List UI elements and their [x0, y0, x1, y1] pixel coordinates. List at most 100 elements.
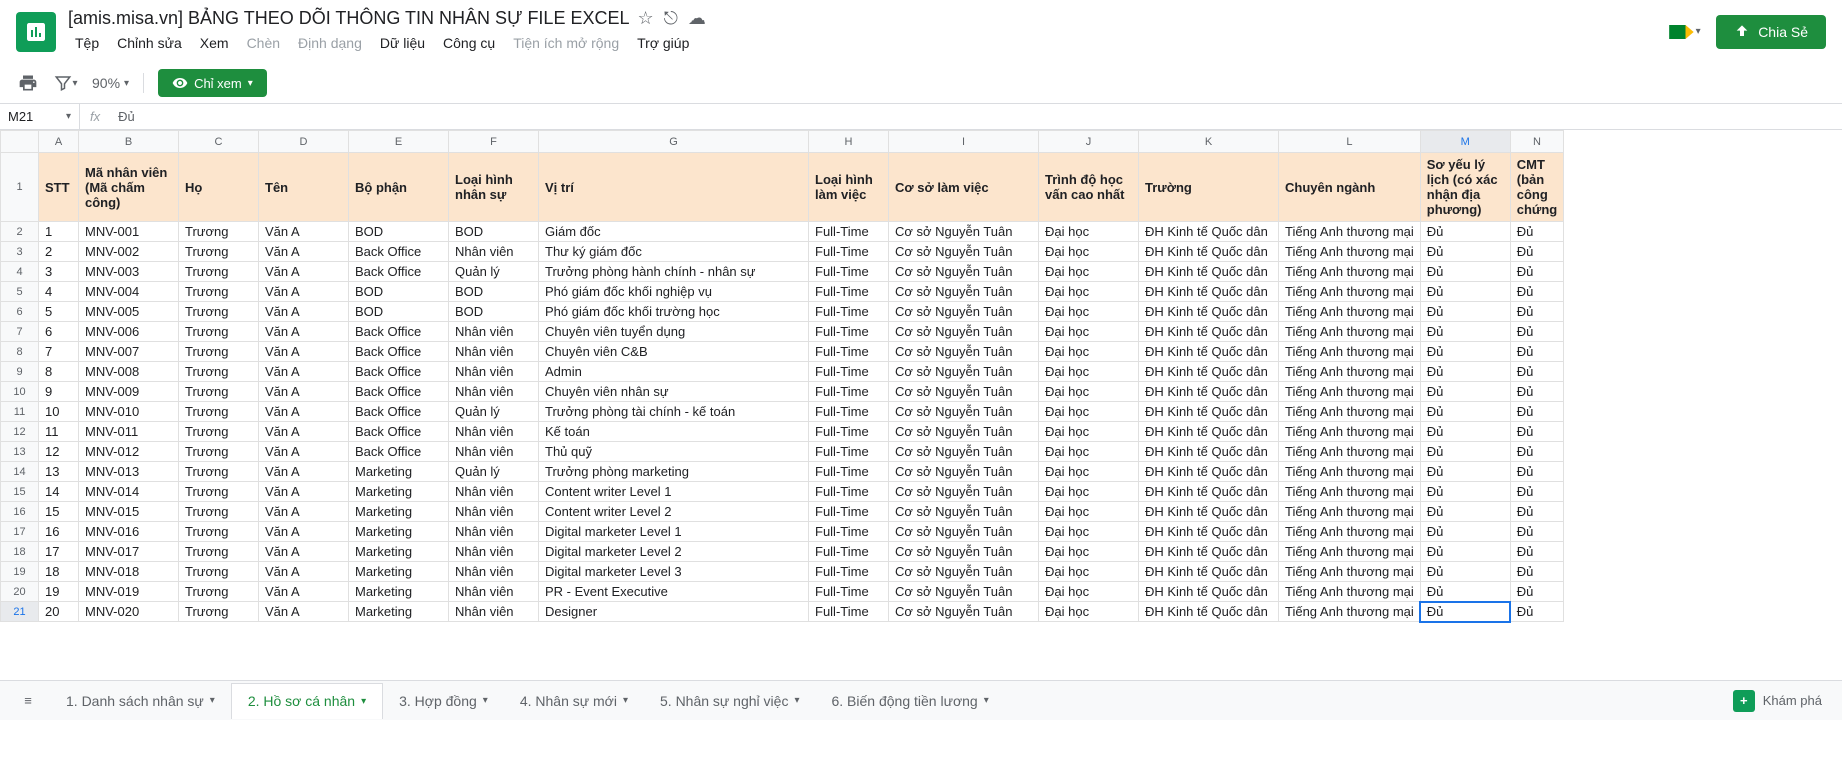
cell-I20[interactable]: Cơ sở Nguyễn Tuân	[889, 582, 1039, 602]
cell-C2[interactable]: Trương	[179, 222, 259, 242]
cell-D2[interactable]: Văn A	[259, 222, 349, 242]
cell-A17[interactable]: 16	[39, 522, 79, 542]
cell-L9[interactable]: Tiếng Anh thương mại	[1279, 362, 1421, 382]
cell-H5[interactable]: Full-Time	[809, 282, 889, 302]
cell-I11[interactable]: Cơ sở Nguyễn Tuân	[889, 402, 1039, 422]
cell-G17[interactable]: Digital marketer Level 1	[539, 522, 809, 542]
row-header-6[interactable]: 6	[1, 302, 39, 322]
cell-A5[interactable]: 4	[39, 282, 79, 302]
cell-D6[interactable]: Văn A	[259, 302, 349, 322]
header-cell[interactable]: CMT (bản công chứng	[1510, 153, 1563, 222]
cell-L3[interactable]: Tiếng Anh thương mại	[1279, 242, 1421, 262]
cell-K13[interactable]: ĐH Kinh tế Quốc dân	[1139, 442, 1279, 462]
cell-F21[interactable]: Nhân viên	[449, 602, 539, 622]
cell-G12[interactable]: Kế toán	[539, 422, 809, 442]
zoom-dropdown[interactable]: 90% ▾	[92, 75, 129, 91]
sheet-tab-1[interactable]: 2. Hồ sơ cá nhân▾	[231, 683, 383, 719]
col-header-J[interactable]: J	[1039, 131, 1139, 153]
sheet-tab-2[interactable]: 3. Hợp đồng▾	[383, 683, 504, 719]
cell-H8[interactable]: Full-Time	[809, 342, 889, 362]
cell-A3[interactable]: 2	[39, 242, 79, 262]
cell-J8[interactable]: Đại học	[1039, 342, 1139, 362]
cell-J10[interactable]: Đại học	[1039, 382, 1139, 402]
cell-J5[interactable]: Đại học	[1039, 282, 1139, 302]
row-header-9[interactable]: 9	[1, 362, 39, 382]
cell-A18[interactable]: 17	[39, 542, 79, 562]
cell-K18[interactable]: ĐH Kinh tế Quốc dân	[1139, 542, 1279, 562]
move-icon[interactable]: ⎋	[664, 8, 678, 29]
cell-L8[interactable]: Tiếng Anh thương mại	[1279, 342, 1421, 362]
cell-N20[interactable]: Đủ	[1510, 582, 1563, 602]
cell-E13[interactable]: Back Office	[349, 442, 449, 462]
cell-G18[interactable]: Digital marketer Level 2	[539, 542, 809, 562]
cell-B9[interactable]: MNV-008	[79, 362, 179, 382]
col-header-I[interactable]: I	[889, 131, 1039, 153]
sheets-logo[interactable]	[16, 12, 56, 52]
cell-C16[interactable]: Trương	[179, 502, 259, 522]
cell-F5[interactable]: BOD	[449, 282, 539, 302]
cell-D3[interactable]: Văn A	[259, 242, 349, 262]
cell-M5[interactable]: Đủ	[1420, 282, 1510, 302]
cell-B10[interactable]: MNV-009	[79, 382, 179, 402]
cell-E8[interactable]: Back Office	[349, 342, 449, 362]
cell-L17[interactable]: Tiếng Anh thương mại	[1279, 522, 1421, 542]
cell-B7[interactable]: MNV-006	[79, 322, 179, 342]
cell-D10[interactable]: Văn A	[259, 382, 349, 402]
cell-D11[interactable]: Văn A	[259, 402, 349, 422]
formula-bar[interactable]: Đủ	[110, 109, 1842, 124]
header-cell[interactable]: Bộ phận	[349, 153, 449, 222]
cell-H2[interactable]: Full-Time	[809, 222, 889, 242]
cell-H10[interactable]: Full-Time	[809, 382, 889, 402]
cell-I14[interactable]: Cơ sở Nguyễn Tuân	[889, 462, 1039, 482]
cell-C8[interactable]: Trương	[179, 342, 259, 362]
cell-E10[interactable]: Back Office	[349, 382, 449, 402]
cell-J15[interactable]: Đại học	[1039, 482, 1139, 502]
cell-F4[interactable]: Quản lý	[449, 262, 539, 282]
cell-M10[interactable]: Đủ	[1420, 382, 1510, 402]
cell-N21[interactable]: Đủ	[1510, 602, 1563, 622]
cell-G15[interactable]: Content writer Level 1	[539, 482, 809, 502]
cell-A12[interactable]: 11	[39, 422, 79, 442]
cell-B8[interactable]: MNV-007	[79, 342, 179, 362]
row-header-5[interactable]: 5	[1, 282, 39, 302]
cell-K8[interactable]: ĐH Kinh tế Quốc dân	[1139, 342, 1279, 362]
cloud-icon[interactable]: ☁	[688, 8, 706, 29]
cell-D12[interactable]: Văn A	[259, 422, 349, 442]
cell-F12[interactable]: Nhân viên	[449, 422, 539, 442]
cell-G6[interactable]: Phó giám đốc khối trường học	[539, 302, 809, 322]
col-header-F[interactable]: F	[449, 131, 539, 153]
cell-N18[interactable]: Đủ	[1510, 542, 1563, 562]
cell-N6[interactable]: Đủ	[1510, 302, 1563, 322]
cell-G14[interactable]: Trưởng phòng marketing	[539, 462, 809, 482]
cell-M17[interactable]: Đủ	[1420, 522, 1510, 542]
cell-I17[interactable]: Cơ sở Nguyễn Tuân	[889, 522, 1039, 542]
cell-I19[interactable]: Cơ sở Nguyễn Tuân	[889, 562, 1039, 582]
cell-A6[interactable]: 5	[39, 302, 79, 322]
cell-G2[interactable]: Giám đốc	[539, 222, 809, 242]
cell-N4[interactable]: Đủ	[1510, 262, 1563, 282]
cell-E18[interactable]: Marketing	[349, 542, 449, 562]
cell-E20[interactable]: Marketing	[349, 582, 449, 602]
cell-M16[interactable]: Đủ	[1420, 502, 1510, 522]
cell-K7[interactable]: ĐH Kinh tế Quốc dân	[1139, 322, 1279, 342]
header-cell[interactable]: Họ	[179, 153, 259, 222]
cell-H20[interactable]: Full-Time	[809, 582, 889, 602]
row-header-11[interactable]: 11	[1, 402, 39, 422]
cell-E11[interactable]: Back Office	[349, 402, 449, 422]
header-cell[interactable]: Trình độ học vấn cao nhất	[1039, 153, 1139, 222]
cell-B3[interactable]: MNV-002	[79, 242, 179, 262]
cell-N17[interactable]: Đủ	[1510, 522, 1563, 542]
cell-E7[interactable]: Back Office	[349, 322, 449, 342]
row-header-12[interactable]: 12	[1, 422, 39, 442]
cell-E17[interactable]: Marketing	[349, 522, 449, 542]
cell-J14[interactable]: Đại học	[1039, 462, 1139, 482]
cell-C12[interactable]: Trương	[179, 422, 259, 442]
cell-C17[interactable]: Trương	[179, 522, 259, 542]
cell-I8[interactable]: Cơ sở Nguyễn Tuân	[889, 342, 1039, 362]
cell-K17[interactable]: ĐH Kinh tế Quốc dân	[1139, 522, 1279, 542]
cell-D15[interactable]: Văn A	[259, 482, 349, 502]
cell-G4[interactable]: Trưởng phòng hành chính - nhân sự	[539, 262, 809, 282]
cell-N8[interactable]: Đủ	[1510, 342, 1563, 362]
cell-J16[interactable]: Đại học	[1039, 502, 1139, 522]
cell-N14[interactable]: Đủ	[1510, 462, 1563, 482]
